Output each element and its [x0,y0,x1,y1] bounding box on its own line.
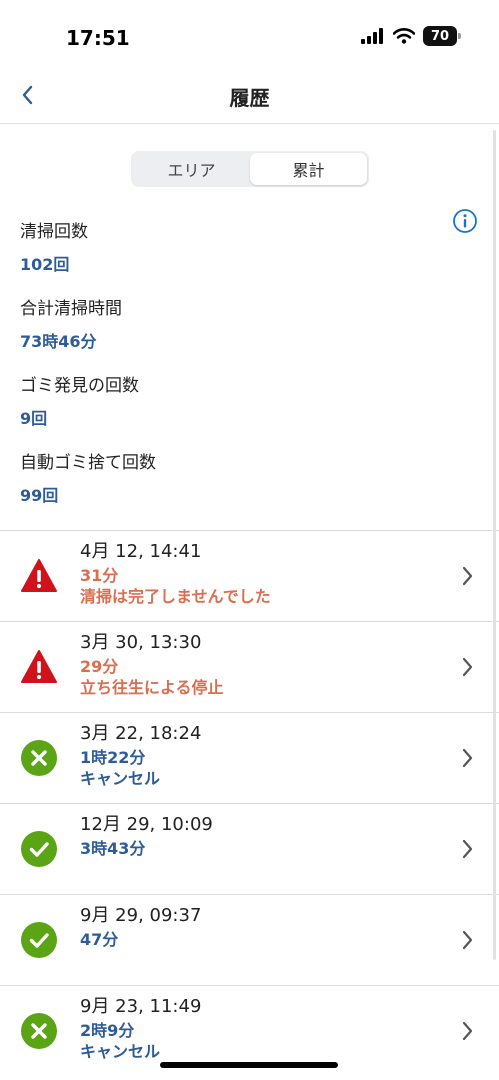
nav-bar: 履歴 [0,70,499,124]
status-time: 17:51 [66,26,130,50]
stat-label: 合計清掃時間 [20,299,122,319]
history-date: 3月 30, 13:30 [80,632,202,653]
stat-value: 102回 [20,255,70,274]
stat-auto-empty: 自動ゴミ捨て回数 99回 [20,451,440,528]
status-bar: 17:51 70 [0,0,499,70]
history-row[interactable]: 9月 29, 09:37 47分 [0,895,499,986]
history-date: 9月 29, 09:37 [80,905,202,926]
cancel-icon [21,1013,57,1049]
history-row-text: 4月 12, 14:41 31分 清掃は完了しませんでした [80,540,271,607]
history-row-text: 9月 23, 11:49 2時9分 キャンセル [80,995,201,1062]
history-duration: 2時9分 [80,1021,135,1040]
chevron-right-icon [462,566,473,586]
chevron-right-icon [462,748,473,768]
history-row-text: 3月 30, 13:30 29分 立ち往生による停止 [80,631,224,698]
stat-dirt-detected: ゴミ発見の回数 9回 [20,374,440,451]
history-duration: 47分 [80,930,119,949]
page-title: 履歴 [229,86,270,110]
stat-total-time: 合計清掃時間 73時46分 [20,297,440,374]
history-row[interactable]: 12月 29, 10:09 3時43分 [0,804,499,895]
history-date: 3月 22, 18:24 [80,723,202,744]
cancel-icon [21,740,57,776]
warning-icon [21,559,57,592]
home-indicator[interactable] [160,1062,338,1068]
history-status: キャンセル [80,769,161,788]
history-row[interactable]: 3月 22, 18:24 1時22分 キャンセル [0,713,499,804]
chevron-right-icon [462,1021,473,1041]
segment-cumulative[interactable]: 累計 [250,153,367,185]
status-icons: 70 [361,26,461,46]
stat-value: 73時46分 [20,332,97,351]
chevron-right-icon [462,930,473,950]
history-row-text: 3月 22, 18:24 1時22分 キャンセル [80,722,201,789]
stat-clean-count: 清掃回数 102回 [20,220,440,297]
history-row-text: 12月 29, 10:09 3時43分 [80,813,213,859]
check-icon [21,831,57,867]
history-duration: 31分 [80,566,119,585]
history-status: キャンセル [80,1042,161,1061]
check-icon [21,922,57,958]
warning-icon [21,650,57,683]
history-row-text: 9月 29, 09:37 47分 [80,904,201,950]
stat-label: 清掃回数 [20,222,88,242]
stat-value: 9回 [20,409,48,428]
history-date: 9月 23, 11:49 [80,996,202,1017]
signal-icon [361,28,383,44]
history-status: 立ち往生による停止 [80,678,224,697]
history-row[interactable]: 3月 30, 13:30 29分 立ち往生による停止 [0,622,499,713]
segment-area[interactable]: エリア [133,153,250,185]
segmented-control: エリア 累計 [131,151,369,187]
stat-label: ゴミ発見の回数 [20,376,139,396]
chevron-right-icon [462,657,473,677]
battery-icon: 70 [423,26,461,46]
scrollbar[interactable] [493,130,496,960]
history-duration: 1時22分 [80,748,146,767]
history-date: 4月 12, 14:41 [80,541,202,562]
wifi-icon [393,28,415,44]
history-date: 12月 29, 10:09 [80,814,213,835]
history-row[interactable]: 4月 12, 14:41 31分 清掃は完了しませんでした [0,531,499,622]
history-duration: 3時43分 [80,839,146,858]
history-status: 清掃は完了しませんでした [80,587,271,606]
chevron-right-icon [462,839,473,859]
battery-level: 70 [430,28,450,44]
stat-label: 自動ゴミ捨て回数 [20,453,156,473]
stats-list: 清掃回数 102回 合計清掃時間 73時46分 ゴミ発見の回数 9回 自動ゴミ捨… [20,220,440,528]
history-duration: 29分 [80,657,119,676]
info-button[interactable] [452,208,478,234]
history-list: 4月 12, 14:41 31分 清掃は完了しませんでした 3月 30, 13:… [0,530,499,1077]
info-icon [453,209,477,233]
stat-value: 99回 [20,486,59,505]
